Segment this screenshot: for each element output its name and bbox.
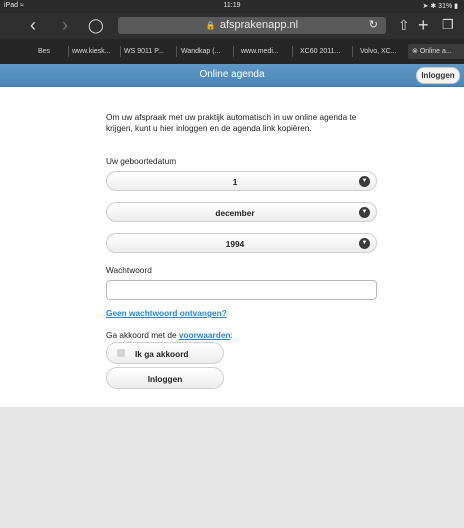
page-header: Online agenda Inloggen: [0, 64, 464, 87]
reload-icon[interactable]: ↻: [369, 17, 378, 34]
month-select[interactable]: december ▼: [106, 202, 377, 222]
bluetooth-icon: ✱: [430, 3, 437, 10]
submit-login-button[interactable]: Inloggen: [106, 367, 224, 389]
status-bar: iPad ≈ 11:19 ➤ ✱ 31% ▮: [0, 0, 464, 13]
page-title: Online agenda: [199, 69, 265, 80]
new-tab-icon[interactable]: +: [418, 15, 429, 35]
submit-label: Inloggen: [147, 374, 183, 384]
ipad-safari-window: iPad ≈ 11:19 ➤ ✱ 31% ▮ ‹ › ◯ 🔒 afsprakena…: [0, 0, 464, 528]
status-time: 11:19: [223, 2, 241, 9]
chevron-down-icon: ▼: [359, 207, 370, 218]
month-value: december: [215, 208, 255, 218]
no-password-link[interactable]: Geen wachtwoord ontvangen?: [106, 308, 227, 318]
tab[interactable]: Wandkap (...: [181, 44, 231, 59]
header-login-button[interactable]: Inloggen: [416, 67, 460, 84]
battery-icon: ▮: [454, 3, 458, 10]
bookmarks-icon[interactable]: ◯: [88, 15, 104, 35]
address-bar[interactable]: 🔒 afsprakenapp.nl ↻: [118, 17, 386, 34]
tab[interactable]: XC60 2011...: [300, 44, 350, 59]
back-icon[interactable]: ‹: [30, 15, 36, 35]
share-icon[interactable]: ⇧: [398, 15, 410, 35]
tab[interactable]: Bes: [38, 44, 66, 59]
tab-active[interactable]: ⊗ Online a...: [408, 44, 464, 59]
terms-link[interactable]: voorwaarden: [179, 330, 231, 340]
agree-label: Ik ga akkoord: [135, 349, 189, 359]
tab[interactable]: www.medi...: [241, 44, 289, 59]
page-background: [0, 407, 464, 528]
close-tab-icon[interactable]: ⊗: [412, 48, 418, 55]
tab[interactable]: www.kiesk...: [72, 44, 118, 59]
password-label: Wachtwoord: [106, 265, 152, 275]
day-value: 1: [232, 177, 238, 187]
battery-level: 31%: [438, 3, 453, 10]
checkbox-icon: [117, 349, 125, 357]
login-form: Om uw afspraak met uw praktijk automatis…: [0, 87, 464, 407]
agree-checkbox[interactable]: Ik ga akkoord: [106, 342, 224, 364]
terms-suffix: :: [230, 330, 233, 340]
day-select[interactable]: 1 ▼: [106, 171, 377, 191]
chevron-down-icon: ▼: [359, 238, 370, 249]
birthdate-label: Uw geboortedatum: [106, 156, 177, 166]
browser-toolbar: ‹ › ◯ 🔒 afsprakenapp.nl ↻ ⇧ + ❐: [0, 13, 464, 39]
tab-bar: Bes www.kiesk... WS 9011 P... Wandkap (.…: [0, 39, 464, 64]
intro-text: Om uw afspraak met uw praktijk automatis…: [106, 112, 357, 133]
password-field[interactable]: [106, 280, 377, 300]
tab[interactable]: Volvo, XC...: [360, 44, 406, 59]
terms-prefix: Ga akkoord met de: [106, 330, 179, 340]
lock-icon: 🔒: [205, 21, 216, 30]
terms-line: Ga akkoord met de voorwaarden:: [106, 330, 233, 340]
year-value: 1994: [225, 239, 245, 249]
year-select[interactable]: 1994 ▼: [106, 233, 377, 253]
tab-label: Online a...: [419, 48, 452, 55]
url-text: afsprakenapp.nl: [219, 19, 299, 31]
chevron-down-icon: ▼: [359, 176, 370, 187]
tabs-overview-icon[interactable]: ❐: [442, 15, 454, 35]
tab[interactable]: WS 9011 P...: [124, 44, 174, 59]
forward-icon[interactable]: ›: [62, 15, 68, 35]
location-icon: ➤: [422, 3, 429, 10]
